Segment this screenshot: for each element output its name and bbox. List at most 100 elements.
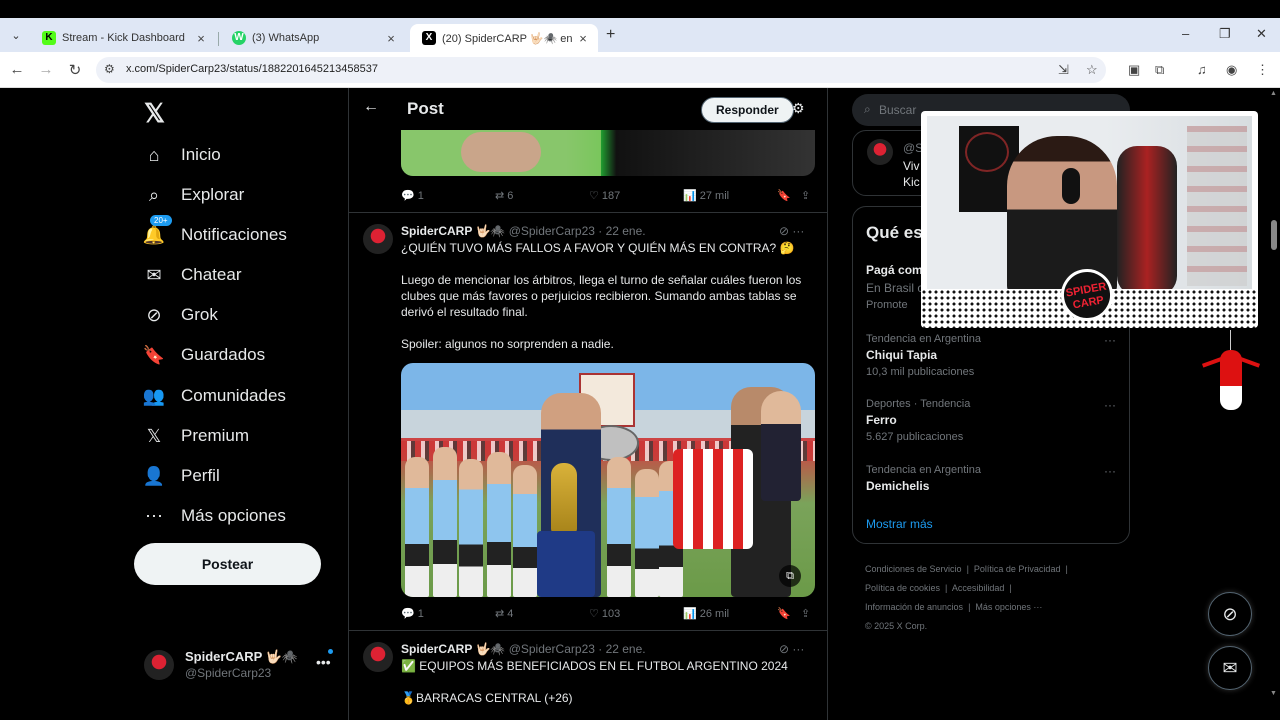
tweet-author-name[interactable]: SpiderCARP 🤟🏻🕷️ bbox=[401, 224, 505, 238]
repost-action[interactable]: ⇄ 4 bbox=[495, 607, 513, 620]
more-icon[interactable]: ··· bbox=[1104, 398, 1116, 412]
browser-menu-icon[interactable]: ⋮ bbox=[1256, 62, 1269, 78]
like-action[interactable]: ♡ 187 bbox=[589, 189, 620, 202]
footer-link[interactable]: Política de cookies bbox=[865, 583, 940, 593]
show-more-link[interactable]: Mostrar más bbox=[866, 517, 933, 531]
tab-x-post[interactable]: X (20) SpiderCARP 🤟🏻🕷️ en X: "¿ × bbox=[410, 24, 598, 52]
sidebar-item-guardados[interactable]: 🔖 Guardados bbox=[142, 335, 265, 375]
sidebar-item-explorar[interactable]: ⌕ Explorar bbox=[142, 175, 244, 215]
close-icon[interactable]: × bbox=[576, 31, 590, 46]
image-region bbox=[761, 391, 801, 501]
url-field[interactable]: ⚙ x.com/SpiderCarp23/status/188220164521… bbox=[96, 57, 1106, 83]
profile-icon[interactable]: ◉ bbox=[1226, 62, 1237, 78]
footer-link[interactable]: Política de Privacidad bbox=[974, 564, 1061, 574]
tab-whatsapp[interactable]: W (3) WhatsApp × bbox=[220, 24, 406, 52]
trend-count: 10,3 mil publicaciones bbox=[866, 366, 975, 378]
image-region bbox=[965, 132, 1009, 172]
back-button[interactable]: ← bbox=[8, 61, 26, 78]
more-icon[interactable]: ··· bbox=[1104, 333, 1116, 347]
settings-sliders-icon[interactable]: ⚙ bbox=[792, 100, 805, 117]
sidebar-item-comunidades[interactable]: 👥 Comunidades bbox=[142, 376, 286, 416]
trends-title: Qué es bbox=[866, 223, 923, 242]
grok-button[interactable]: ⊘ bbox=[1208, 592, 1252, 636]
media-control-icon[interactable]: ♫ bbox=[1197, 62, 1207, 77]
account-switcher[interactable]: SpiderCARP 🤟🏻🕷️ @SpiderCarp23 ••• bbox=[144, 644, 334, 684]
sidebar-item-inicio[interactable]: ⌂ Inicio bbox=[142, 135, 221, 175]
avatar bbox=[867, 139, 893, 165]
x-logo-icon[interactable]: 𝕏 bbox=[144, 98, 165, 129]
image-options-icon[interactable]: ⧉ bbox=[779, 565, 801, 587]
sidebar-item-chatear[interactable]: ✉ Chatear bbox=[142, 255, 241, 295]
sidebar-item-label: Grok bbox=[181, 305, 218, 324]
sidebar-item-grok[interactable]: ⊘ Grok bbox=[142, 295, 218, 335]
more-icon[interactable]: ··· bbox=[1104, 464, 1116, 478]
post-button[interactable]: Postear bbox=[134, 543, 321, 585]
back-arrow-icon[interactable]: ← bbox=[363, 98, 379, 116]
footer-link[interactable]: Accesibilidad bbox=[952, 583, 1005, 593]
sidebar-item-perfil[interactable]: 👤 Perfil bbox=[142, 456, 220, 496]
more-icon[interactable]: ••• bbox=[316, 654, 331, 670]
avatar[interactable] bbox=[363, 224, 393, 254]
sidebar-item-mas-opciones[interactable]: ⋯ Más opciones bbox=[142, 496, 286, 536]
close-icon[interactable]: × bbox=[194, 31, 208, 46]
footer-link[interactable]: Información de anuncios bbox=[865, 602, 963, 612]
window-close-button[interactable]: ✕ bbox=[1256, 26, 1267, 42]
reply-button[interactable]: Responder bbox=[701, 97, 794, 123]
x-logo-icon: 𝕏 bbox=[146, 425, 162, 446]
scrollbar-thumb[interactable] bbox=[1271, 220, 1277, 250]
tab-title: (20) SpiderCARP 🤟🏻🕷️ en X: "¿ bbox=[442, 32, 576, 45]
tab-kick[interactable]: K Stream - Kick Dashboard × bbox=[30, 24, 216, 52]
search-icon: ⌕ bbox=[148, 184, 160, 205]
forward-button[interactable]: → bbox=[37, 61, 55, 78]
webcam-overlay: SPIDER CARP bbox=[921, 111, 1258, 328]
live-title: Viv bbox=[903, 159, 920, 173]
like-action[interactable]: ♡ 103 bbox=[589, 607, 620, 620]
trend-item[interactable]: Tendencia en Argentina Demichelis ··· bbox=[866, 464, 1116, 493]
extension-icon[interactable]: ▣ bbox=[1128, 62, 1140, 78]
tweet-text-line: ¿QUIÉN TUVO MÁS FALLOS A FAVOR Y QUIÉN M… bbox=[401, 241, 795, 255]
footer-link[interactable]: Condiciones de Servicio bbox=[865, 564, 962, 574]
messages-button[interactable]: ✉ bbox=[1208, 646, 1252, 690]
tweet-more-icon[interactable]: ⊘ ··· bbox=[779, 642, 804, 656]
tweet-actions: 💬 1 ⇄ 6 ♡ 187 📊 27 mil 🔖 ⇪ bbox=[401, 188, 815, 206]
reply-action[interactable]: 💬 1 bbox=[401, 189, 424, 202]
minimize-button[interactable]: – bbox=[1182, 26, 1189, 41]
trend-item[interactable]: Deportes · Tendencia Ferro 5.627 publica… bbox=[866, 398, 1116, 443]
tweet-author-handle[interactable]: @SpiderCarp23 · 22 ene. bbox=[509, 224, 646, 238]
new-tab-button[interactable]: + bbox=[606, 26, 615, 44]
tweet-header: SpiderCARP 🤟🏻🕷️ @SpiderCarp23 · 22 ene. bbox=[401, 642, 646, 656]
share-icon[interactable]: ⇪ bbox=[801, 607, 810, 620]
reply-action[interactable]: 💬 1 bbox=[401, 607, 424, 620]
repost-action[interactable]: ⇄ 6 bbox=[495, 189, 513, 202]
extensions-puzzle-icon[interactable]: ⧉ bbox=[1155, 62, 1164, 78]
tweet-author-handle[interactable]: @SpiderCarp23 · 22 ene. bbox=[509, 642, 646, 656]
trend-item[interactable]: Tendencia en Argentina Chiqui Tapia 10,3… bbox=[866, 333, 1116, 378]
close-icon[interactable]: × bbox=[384, 31, 398, 46]
scroll-down-icon[interactable]: ▼ bbox=[1270, 690, 1277, 697]
sidebar-item-premium[interactable]: 𝕏 Premium bbox=[142, 416, 249, 456]
scroll-up-icon[interactable]: ▲ bbox=[1270, 90, 1277, 97]
footer-link[interactable]: Más opciones ··· bbox=[975, 602, 1042, 612]
share-icon[interactable]: ⇪ bbox=[801, 189, 810, 202]
bookmark-icon[interactable]: 🔖 bbox=[777, 607, 791, 620]
tab-search-button[interactable]: ⌄ bbox=[6, 26, 26, 46]
site-info-icon[interactable]: ⚙ bbox=[104, 62, 115, 76]
install-app-icon[interactable]: ⇲ bbox=[1058, 62, 1069, 78]
webcam-feed bbox=[927, 116, 1252, 296]
bookmark-star-icon[interactable]: ☆ bbox=[1086, 62, 1098, 78]
trend-category: Deportes · Tendencia bbox=[866, 398, 971, 410]
sidebar-item-notificaciones[interactable]: 🔔 20+ Notificaciones bbox=[142, 215, 287, 255]
restore-button[interactable]: ❐ bbox=[1219, 26, 1231, 42]
views-action[interactable]: 📊 27 mil bbox=[683, 189, 729, 202]
avatar bbox=[144, 650, 174, 680]
previous-tweet-image[interactable] bbox=[401, 130, 815, 176]
tweet-image[interactable]: ⧉ bbox=[401, 363, 815, 597]
avatar[interactable] bbox=[363, 642, 393, 672]
views-action[interactable]: 📊 26 mil bbox=[683, 607, 729, 620]
tweet-more-icon[interactable]: ⊘ ··· bbox=[779, 224, 804, 238]
address-bar: ← → ↻ ⚙ x.com/SpiderCarp23/status/188220… bbox=[0, 52, 1280, 88]
reload-button[interactable]: ↻ bbox=[66, 61, 84, 79]
tweet-author-name[interactable]: SpiderCARP 🤟🏻🕷️ bbox=[401, 642, 505, 656]
scrollbar[interactable]: ▲ ▼ bbox=[1270, 90, 1278, 710]
bookmark-icon[interactable]: 🔖 bbox=[777, 189, 791, 202]
